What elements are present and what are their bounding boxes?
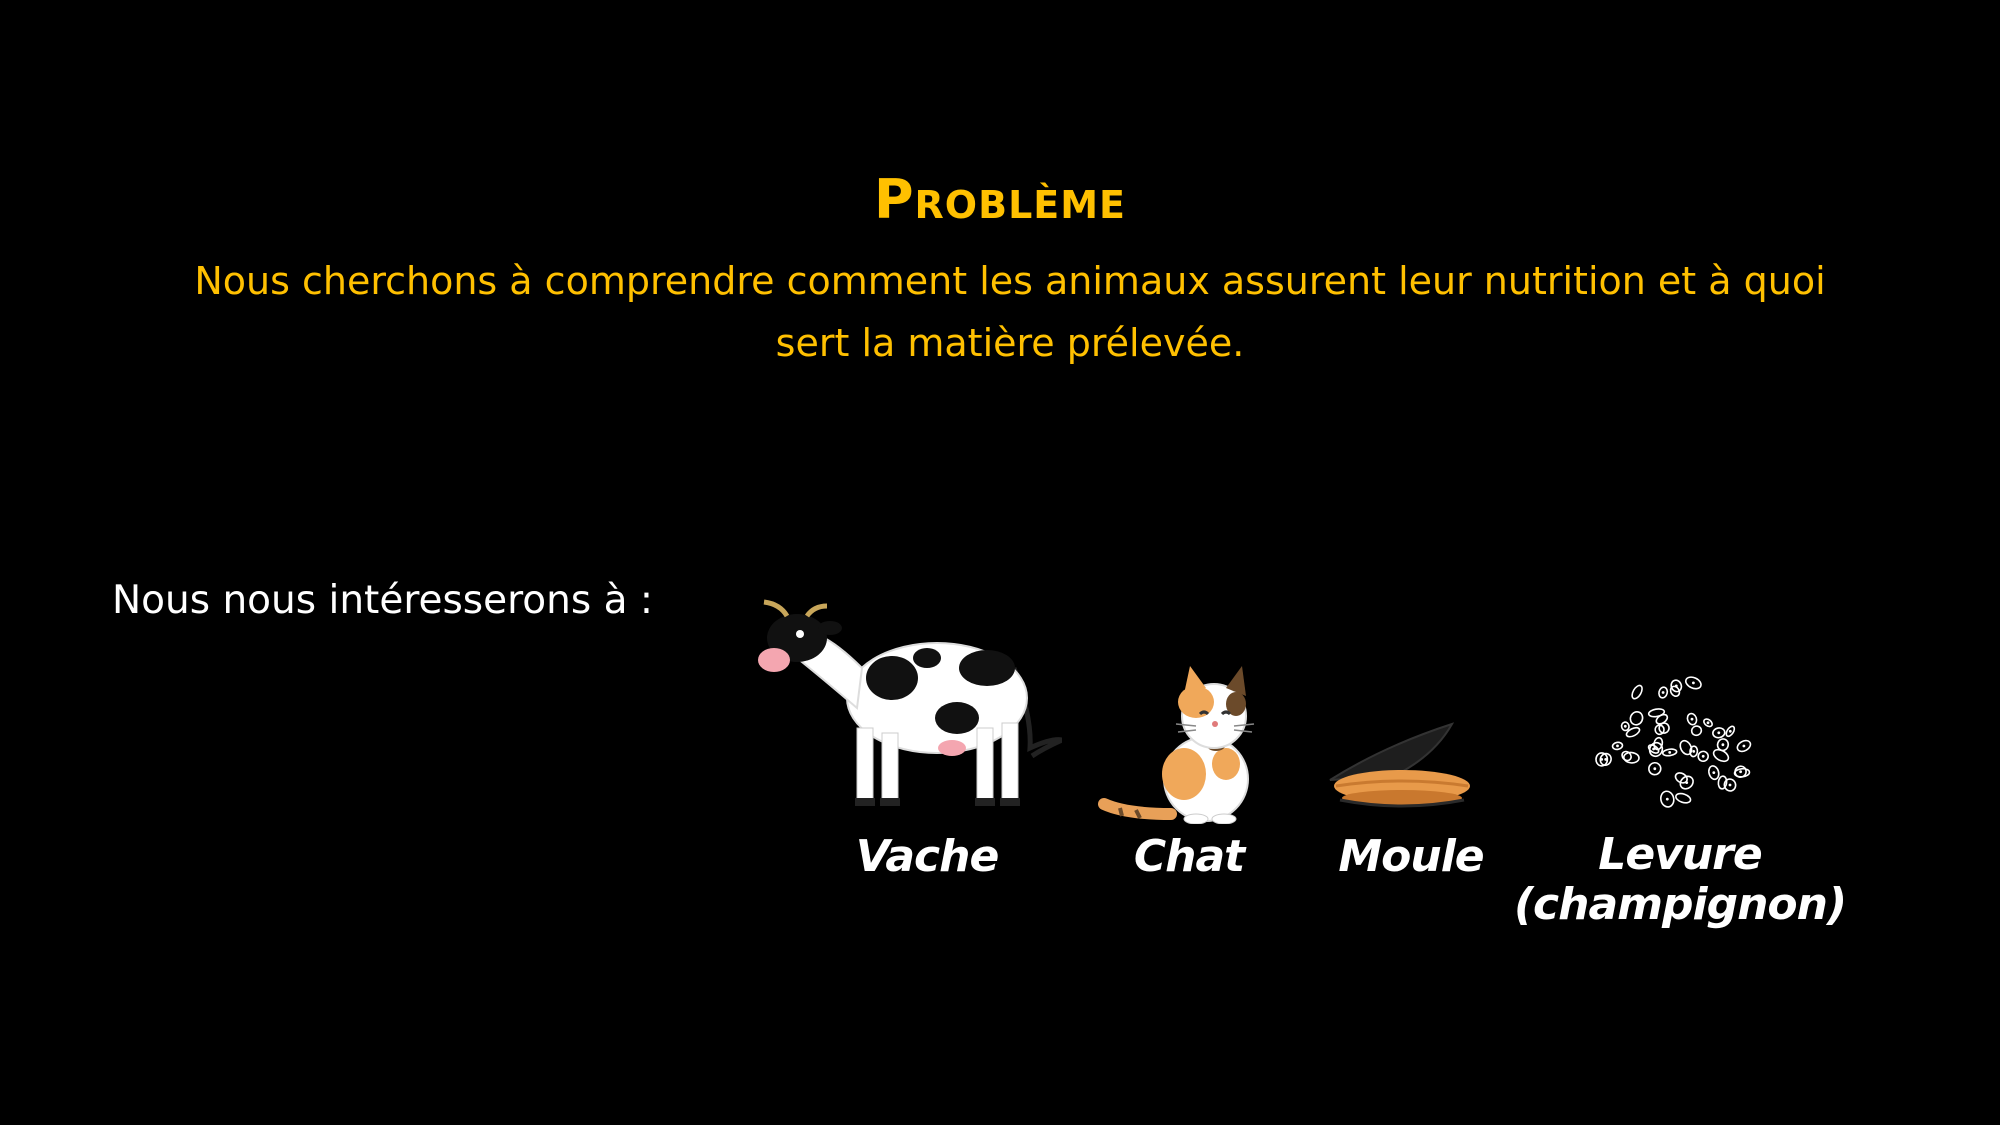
organism-label-moule: Moule	[1338, 831, 1484, 882]
yeast-nucleus	[1668, 751, 1672, 754]
yeast-nucleus	[1739, 770, 1742, 774]
yeast-nucleus	[1728, 783, 1732, 787]
yeast-cell	[1625, 726, 1641, 738]
cat-icon	[1098, 666, 1255, 824]
organism-label-chat: Chat	[1133, 831, 1245, 882]
yeast-nucleus	[1653, 767, 1657, 771]
yeast-nucleus	[1692, 681, 1695, 685]
yeast-nucleus	[1712, 771, 1716, 774]
mussel-icon	[1329, 722, 1470, 808]
yeast-nucleus	[1616, 744, 1619, 748]
yeast-cell	[1717, 775, 1728, 790]
yeast-nucleus	[1701, 754, 1705, 758]
yeast-nucleus	[1692, 750, 1696, 753]
organism-label-levure: Levure (champignon)	[1510, 830, 1850, 930]
cat-figure	[1096, 664, 1256, 824]
yeast-cell	[1621, 750, 1632, 762]
yeast-cell	[1712, 748, 1730, 763]
yeast-cell	[1647, 708, 1666, 718]
cow-icon	[758, 599, 1062, 806]
cow-figure	[752, 598, 1062, 818]
slide-title: Problème	[873, 168, 1127, 231]
organism-label-levure-line2: (champignon)	[1513, 879, 1847, 930]
organism-label-levure-line1: Levure	[1598, 829, 1762, 880]
yeast-nucleus	[1717, 731, 1721, 735]
yeast-cell	[1690, 725, 1703, 737]
problem-statement: Nous cherchons à comprendre comment les …	[194, 259, 1826, 365]
yeast-nucleus	[1706, 721, 1710, 725]
intro-text: Nous nous intéresserons à :	[112, 578, 654, 623]
yeast-cell	[1631, 684, 1643, 700]
yeast-nucleus	[1742, 744, 1746, 748]
yeast-nucleus	[1728, 729, 1732, 733]
organism-label-vache: Vache	[855, 831, 1000, 882]
yeast-cell	[1733, 767, 1751, 778]
mussel-figure	[1324, 716, 1474, 816]
yeast-nucleus	[1661, 691, 1665, 694]
yeast-cell	[1629, 710, 1644, 726]
yeast-nucleus	[1674, 684, 1678, 688]
yeast-nucleus	[1600, 758, 1604, 761]
yeast-icon	[1595, 676, 1752, 808]
yeast-nucleus	[1690, 717, 1694, 721]
yeast-nucleus	[1665, 797, 1669, 801]
yeast-nucleus	[1721, 743, 1725, 747]
yeast-figure	[1586, 668, 1766, 818]
yeast-cell	[1675, 792, 1692, 804]
yeast-nucleus	[1623, 724, 1627, 728]
slide: Problème Nous cherchons à comprendre com…	[0, 0, 2000, 1125]
